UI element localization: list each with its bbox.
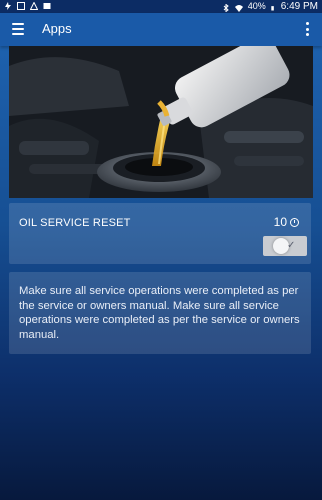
info-card: Make sure all service operations were co… xyxy=(9,272,311,354)
service-instructions-text: Make sure all service operations were co… xyxy=(19,285,300,341)
hero-image-oil-pour xyxy=(9,46,313,198)
check-icon: ✓ xyxy=(287,240,296,251)
timer-icon xyxy=(290,217,299,227)
battery-percent: 40% xyxy=(247,1,266,11)
service-counter: 10 xyxy=(274,215,299,229)
service-counter-value: 10 xyxy=(273,215,287,229)
oil-service-reset-toggle[interactable]: ✓ xyxy=(263,236,307,256)
oil-service-reset-card: OIL SERVICE RESET 10 ✓ xyxy=(9,203,311,264)
app-bar-title: Apps xyxy=(42,21,72,36)
hamburger-menu-icon[interactable] xyxy=(12,23,24,35)
clock: 6:49 PM xyxy=(280,1,318,12)
screenshot-icon xyxy=(17,2,25,10)
notification-icons xyxy=(4,0,51,10)
engine-oil-illustration xyxy=(9,46,313,198)
status-bar: 40% 6:49 PM xyxy=(0,0,322,13)
warning-icon xyxy=(30,2,38,10)
system-icons: 40% 6:49 PM xyxy=(222,0,318,13)
bluetooth-icon xyxy=(223,3,229,12)
oil-service-reset-title: OIL SERVICE RESET xyxy=(19,217,131,229)
app-bar: Apps xyxy=(0,13,322,46)
battery-icon xyxy=(271,5,274,10)
flash-icon xyxy=(5,2,11,10)
image-icon xyxy=(43,3,51,9)
overflow-menu-icon[interactable] xyxy=(306,22,310,36)
wifi-icon xyxy=(234,4,243,12)
